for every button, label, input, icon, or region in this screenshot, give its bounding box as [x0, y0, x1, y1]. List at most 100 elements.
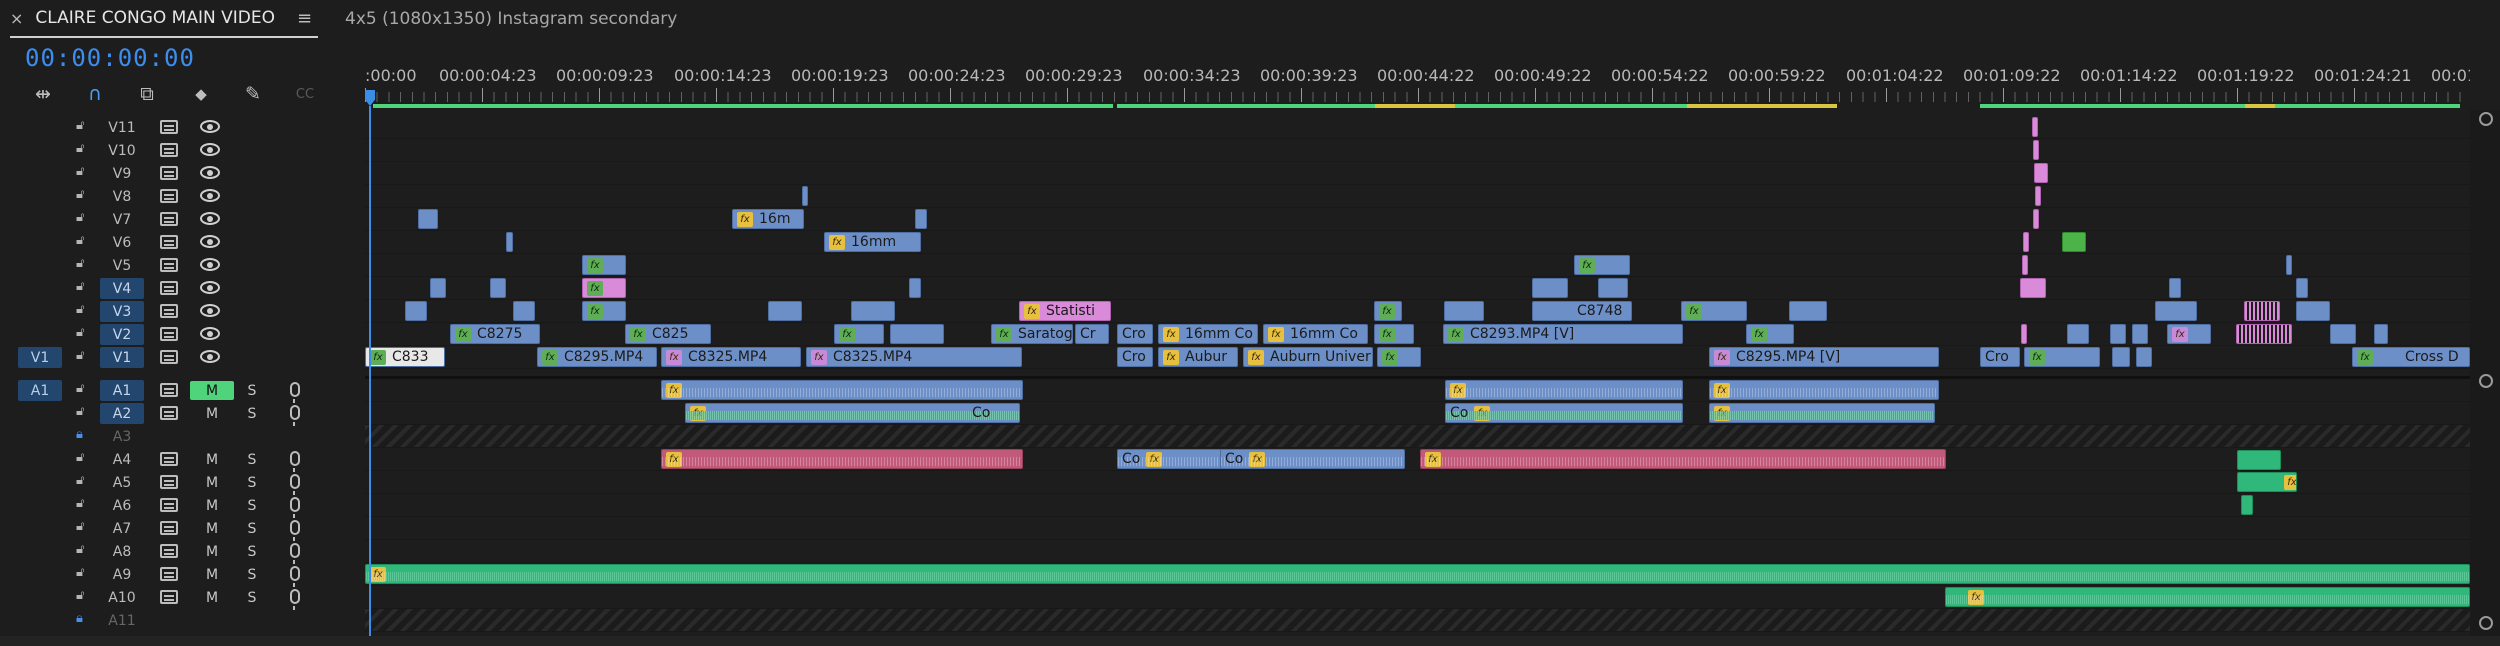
solo-button[interactable]: S — [240, 519, 264, 538]
audio-clip[interactable]: fx — [1420, 449, 1946, 469]
video-clip[interactable] — [1789, 301, 1827, 321]
mute-button[interactable]: M — [190, 588, 234, 607]
sync-lock-icon[interactable] — [160, 521, 178, 535]
sync-lock-icon[interactable] — [160, 304, 178, 318]
lock-icon[interactable]: 🔓︎ — [76, 233, 84, 248]
sync-lock-icon[interactable] — [160, 258, 178, 272]
lock-icon[interactable]: 🔓︎ — [76, 187, 84, 202]
video-clip[interactable] — [2236, 324, 2292, 344]
lock-icon[interactable]: 🔓︎ — [76, 496, 84, 511]
video-clip[interactable] — [909, 278, 921, 298]
source-patch-v1[interactable]: V1 — [18, 347, 62, 368]
video-clip-selected[interactable]: fx C833 — [365, 347, 445, 367]
video-clip[interactable]: fx C8295.MP4 — [537, 347, 657, 367]
video-clip[interactable]: fx C8325.MP4 — [806, 347, 1022, 367]
video-clip[interactable] — [2110, 324, 2126, 344]
video-clip[interactable] — [915, 209, 927, 229]
video-clip[interactable]: fx — [582, 301, 626, 321]
eye-icon[interactable] — [200, 350, 220, 363]
wrench-icon[interactable]: ✎ — [238, 80, 268, 108]
video-clip[interactable] — [2244, 301, 2280, 321]
video-clip[interactable] — [490, 278, 506, 298]
lock-icon[interactable]: 🔓︎ — [76, 164, 84, 179]
sync-lock-icon[interactable] — [160, 567, 178, 581]
video-clip[interactable]: fx — [1574, 255, 1630, 275]
track-name[interactable]: A3 — [100, 426, 144, 447]
video-clip[interactable]: fx Auburn Univer — [1243, 347, 1373, 367]
video-clip[interactable] — [2296, 301, 2330, 321]
video-clip[interactable] — [2067, 324, 2089, 344]
video-clip[interactable] — [851, 301, 895, 321]
video-clip[interactable] — [2296, 278, 2308, 298]
track-name[interactable]: V11 — [100, 117, 144, 138]
playhead-timecode[interactable]: 00:00:00:00 — [25, 44, 195, 72]
microphone-icon[interactable] — [290, 497, 300, 518]
video-clip[interactable]: fx 16mm Co — [1158, 324, 1258, 344]
microphone-icon[interactable] — [290, 405, 300, 426]
video-clip[interactable]: Cro — [1980, 347, 2020, 367]
microphone-icon[interactable] — [290, 382, 300, 403]
video-clip[interactable]: fx — [582, 255, 626, 275]
video-clip[interactable]: fx C8295.MP4 [V] — [1709, 347, 1939, 367]
video-clip[interactable] — [2330, 324, 2356, 344]
mute-button[interactable]: M — [190, 496, 234, 515]
video-clip[interactable]: fx Statisti — [1019, 301, 1111, 321]
audio-clip[interactable] — [2241, 495, 2253, 515]
microphone-icon[interactable] — [290, 589, 300, 610]
mute-button[interactable]: M — [190, 565, 234, 584]
playhead-line[interactable] — [369, 106, 371, 636]
track-name[interactable]: V2 — [100, 324, 144, 345]
video-clip[interactable] — [2021, 324, 2027, 344]
track-name[interactable]: V10 — [100, 140, 144, 161]
sync-lock-icon[interactable] — [160, 120, 178, 134]
microphone-icon[interactable] — [290, 451, 300, 472]
lock-icon[interactable]: 🔓︎ — [76, 473, 84, 488]
video-clip[interactable] — [2155, 301, 2197, 321]
solo-button[interactable]: S — [240, 496, 264, 515]
video-clip[interactable]: fx — [2167, 324, 2211, 344]
snap-magnet-icon[interactable]: ∩ — [80, 80, 110, 108]
lock-icon[interactable]: 🔓︎ — [76, 381, 84, 396]
panel-menu-icon[interactable]: ≡ — [297, 8, 312, 29]
insert-nest-icon[interactable]: ⇹ — [28, 80, 58, 108]
video-clip[interactable] — [2033, 140, 2039, 160]
video-clip[interactable]: fx C8325.MP4 — [661, 347, 801, 367]
linked-selection-icon[interactable]: ⧉ — [132, 80, 162, 108]
video-clip[interactable] — [405, 301, 427, 321]
video-clip[interactable]: Cr — [1075, 324, 1109, 344]
sync-lock-icon[interactable] — [160, 498, 178, 512]
video-clip[interactable]: fx — [1377, 347, 1421, 367]
lock-icon[interactable]: 🔓︎ — [76, 279, 84, 294]
sync-lock-icon[interactable] — [160, 452, 178, 466]
video-clip[interactable]: fx — [582, 278, 626, 298]
video-clip[interactable] — [2035, 186, 2041, 206]
eye-icon[interactable] — [200, 258, 220, 271]
audio-clip[interactable]: Cofx — [1445, 403, 1683, 423]
video-clip[interactable]: fx Aubur — [1158, 347, 1238, 367]
solo-button[interactable]: S — [240, 542, 264, 561]
video-clip[interactable] — [2286, 255, 2292, 275]
sync-lock-icon[interactable] — [160, 475, 178, 489]
video-clip[interactable] — [1598, 278, 1628, 298]
lock-icon[interactable]: 🔓︎ — [76, 302, 84, 317]
close-tab-icon[interactable]: × — [10, 9, 23, 28]
mute-button[interactable]: M — [190, 519, 234, 538]
scroll-handle-top[interactable] — [2479, 112, 2493, 126]
video-clip[interactable]: Cro — [1117, 347, 1153, 367]
lock-icon[interactable]: 🔓︎ — [76, 588, 84, 603]
mute-button[interactable]: M — [190, 473, 234, 492]
sync-lock-icon[interactable] — [160, 406, 178, 420]
sequence-tab-active[interactable]: × CLAIRE CONGO MAIN VIDEO ≡ — [10, 0, 319, 38]
lock-icon[interactable]: 🔓︎ — [76, 404, 84, 419]
lock-icon[interactable]: 🔓︎ — [76, 325, 84, 340]
video-clip[interactable] — [1444, 301, 1484, 321]
solo-button[interactable]: S — [240, 381, 264, 400]
captions-icon[interactable]: CC — [290, 80, 320, 108]
solo-button[interactable]: S — [240, 404, 264, 423]
video-clip[interactable] — [2032, 117, 2038, 137]
source-patch-a1[interactable]: A1 — [18, 380, 62, 401]
video-clip[interactable] — [2062, 232, 2086, 252]
video-clip[interactable]: fx 16mm — [824, 232, 921, 252]
video-clip[interactable] — [2034, 163, 2048, 183]
microphone-icon[interactable] — [290, 543, 300, 564]
